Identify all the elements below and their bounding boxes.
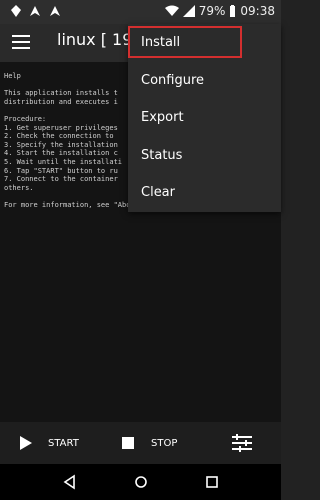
sliders-icon: [232, 434, 252, 452]
notification-icons: [10, 4, 62, 18]
log-line: 6. Tap "START" button to ru: [4, 166, 118, 175]
log-line: others.: [4, 183, 34, 192]
signal-icon: [182, 5, 195, 17]
notification-icon: [11, 5, 21, 17]
stop-icon: [122, 437, 134, 449]
recents-icon[interactable]: [202, 472, 222, 492]
wifi-icon: [164, 5, 179, 16]
overflow-menu: Install Configure Export Status Clear: [128, 24, 281, 212]
home-icon[interactable]: [131, 472, 151, 492]
clock: 09:38: [240, 4, 275, 18]
hamburger-menu-icon[interactable]: [12, 35, 30, 51]
log-line: 1. Get superuser privileges: [4, 123, 118, 132]
log-line: 7. Connect to the container: [4, 175, 118, 184]
start-label: START: [48, 437, 79, 449]
log-line: 4. Start the installation c: [4, 149, 118, 158]
menu-item-install[interactable]: Install: [128, 24, 281, 62]
bottom-toolbar: START STOP: [0, 422, 281, 464]
navigation-icon: [30, 6, 40, 16]
help-text: Help This application installs t distribu…: [4, 72, 147, 210]
log-line: distribution and executes i: [4, 97, 118, 106]
settings-sliders-button[interactable]: [232, 422, 252, 464]
stop-button[interactable]: STOP: [122, 422, 177, 464]
log-line: For more information, see "About".: [4, 200, 148, 209]
log-line: 2. Check the connection to: [4, 132, 114, 141]
log-line: This application installs t: [4, 89, 118, 98]
system-nav-bar: [0, 464, 281, 500]
log-line: 5. Wait until the installati: [4, 157, 123, 166]
back-icon[interactable]: [60, 472, 80, 492]
status-bar: 79% 09:38: [0, 0, 281, 24]
navigation-icon: [50, 6, 60, 16]
log-line: 3. Specify the installation: [4, 140, 118, 149]
battery-icon: [230, 5, 236, 17]
play-icon: [20, 436, 32, 450]
menu-item-configure[interactable]: Configure: [128, 62, 281, 100]
log-line: Help: [4, 72, 21, 80]
log-line: Procedure:: [4, 114, 47, 123]
start-button[interactable]: START: [20, 422, 79, 464]
menu-item-status[interactable]: Status: [128, 137, 281, 175]
stop-label: STOP: [151, 437, 178, 449]
battery-percent: 79%: [198, 4, 226, 18]
menu-item-clear[interactable]: Clear: [128, 174, 281, 212]
menu-item-export[interactable]: Export: [128, 99, 281, 137]
